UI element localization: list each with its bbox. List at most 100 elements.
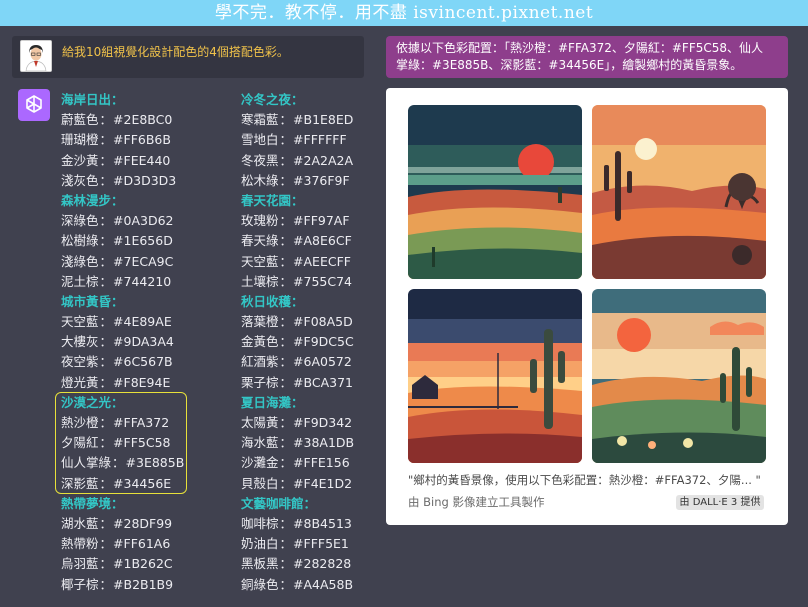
color-entry: 湖水藍：#28DF99	[61, 514, 241, 534]
color-separator: ：	[279, 152, 293, 168]
color-entry: 銅綠色：#A4A58B	[241, 575, 421, 595]
color-entry: 天空藍：#4E89AE	[61, 312, 241, 332]
color-separator: ：	[279, 536, 293, 552]
generated-image-1[interactable]	[408, 105, 582, 279]
color-separator: ：	[279, 273, 293, 289]
color-hex: #744210	[113, 273, 172, 289]
color-separator: ：	[99, 172, 113, 188]
banner-text: 學不完．教不停．用不盡 isvincent.pixnet.net	[214, 3, 594, 23]
color-separator: ：	[279, 213, 293, 229]
color-name: 湖水藍	[61, 515, 99, 531]
color-separator: ：	[99, 536, 113, 552]
color-separator: ：	[99, 374, 113, 390]
color-separator: ：	[99, 515, 113, 531]
color-hex: #9DA3A4	[113, 334, 174, 350]
color-name: 淺灰色	[61, 172, 99, 188]
color-hex: #6C567B	[113, 354, 173, 370]
color-hex: #2E8BC0	[113, 112, 173, 128]
color-separator: ：	[99, 273, 113, 289]
color-name: 春天綠	[241, 233, 279, 249]
color-name: 寒霜藍	[241, 112, 279, 128]
color-separator: ：	[279, 515, 293, 531]
color-name: 夜空紫	[61, 354, 99, 370]
color-separator: ：	[99, 354, 113, 370]
color-name: 天空藍	[61, 314, 99, 330]
color-name: 栗子棕	[241, 374, 279, 390]
color-hex: #B2B1B9	[113, 576, 174, 592]
color-separator: ：	[99, 112, 113, 128]
user-message: 給我10組視覺化設計配色的4個搭配色彩。	[12, 36, 364, 78]
color-separator: ：	[99, 233, 113, 249]
color-separator: ：	[279, 435, 293, 451]
prompt-line-1: 依據以下色彩配置：「熱沙橙：#FFA372、夕陽紅：#FF5C58、仙人	[396, 41, 764, 55]
color-entry: 夜空紫：#6C567B	[61, 352, 241, 372]
color-separator: ：	[279, 415, 293, 430]
generated-image-3[interactable]	[408, 289, 582, 463]
color-separator: ：	[279, 475, 293, 491]
color-name: 落葉橙	[241, 314, 279, 330]
color-hex: #1E656D	[113, 233, 173, 249]
color-name: 玫瑰粉	[241, 213, 279, 229]
color-entry: 松樹綠：#1E656D	[61, 231, 241, 251]
color-hex: #FFF5E1	[293, 536, 349, 552]
color-name: 紅酒紫	[241, 354, 279, 370]
color-separator: ：	[99, 152, 113, 168]
color-entry: 淺灰色：#D3D3D3	[61, 171, 241, 191]
palette-title: 森林漫步：	[61, 192, 124, 208]
user-message-text: 給我10組視覺化設計配色的4個搭配色彩。	[62, 45, 289, 59]
color-name: 深綠色	[61, 213, 99, 229]
color-hex: #B1E8ED	[293, 112, 354, 128]
site-banner: 學不完．教不停．用不盡 isvincent.pixnet.net	[0, 0, 808, 26]
color-entry: 燈光黃：#F8E94E	[61, 373, 241, 393]
color-name: 天空藍	[241, 253, 279, 269]
color-hex: #F9DC5C	[293, 334, 354, 350]
color-hex: #376F9F	[293, 172, 350, 188]
color-name: 黑板黑	[241, 556, 279, 572]
color-hex: #BCA371	[293, 374, 353, 390]
color-hex: #FF97AF	[293, 213, 350, 229]
color-name: 烏羽藍	[61, 556, 99, 572]
color-separator: ：	[279, 233, 293, 249]
color-name: 大樓灰	[61, 334, 99, 350]
color-entry: 奶油白：#FFF5E1	[241, 534, 421, 554]
color-hex: #AEECFF	[293, 253, 351, 269]
color-hex: #28DF99	[113, 515, 173, 531]
color-name: 金黃色	[241, 334, 279, 350]
color-hex: #FF6B6B	[113, 132, 171, 148]
palette-title: 城市黃昏：	[61, 293, 124, 309]
color-hex: #FEE440	[113, 152, 171, 168]
color-hex: #0A3D62	[113, 213, 174, 229]
generated-image-4[interactable]	[592, 289, 766, 463]
color-separator: ：	[99, 132, 113, 148]
palette-title: 熱帶夢境：	[61, 495, 124, 511]
color-name: 奶油白	[241, 536, 279, 552]
color-separator: ：	[279, 334, 293, 350]
color-separator: ：	[99, 253, 113, 269]
color-separator: ：	[279, 253, 293, 269]
color-entry: 熱帶粉：#FF61A6	[61, 534, 241, 554]
user-avatar-image	[21, 41, 51, 71]
color-name: 金沙黃	[61, 152, 99, 168]
color-entry: 黑板黑：#282828	[241, 554, 421, 574]
color-name: 蔚藍色	[61, 112, 99, 128]
color-name: 燈光黃	[61, 374, 99, 390]
color-hex: #A8E6CF	[293, 233, 352, 249]
color-entry: 蔚藍色：#2E8BC0	[61, 110, 241, 130]
user-avatar	[20, 40, 52, 72]
color-name: 貝殼白	[241, 475, 279, 491]
color-separator: ：	[279, 556, 293, 572]
color-separator: ：	[99, 213, 113, 229]
color-name: 咖啡棕	[241, 515, 279, 531]
color-separator: ：	[279, 132, 293, 148]
desert-palette-highlight	[55, 392, 187, 494]
color-entry: 金沙黃：#FEE440	[61, 151, 241, 171]
generated-image-2[interactable]	[592, 105, 766, 279]
color-hex: #D3D3D3	[113, 172, 177, 188]
color-entry: 深綠色：#0A3D62	[61, 211, 241, 231]
color-hex: #FF61A6	[113, 536, 171, 552]
color-separator: ：	[279, 172, 293, 188]
color-hex: #F4E1D2	[293, 475, 353, 491]
image-credit: 由 Bing 影像建立工具製作	[408, 495, 545, 509]
color-hex: #8B4513	[293, 515, 352, 531]
color-hex: #4E89AE	[113, 314, 172, 330]
